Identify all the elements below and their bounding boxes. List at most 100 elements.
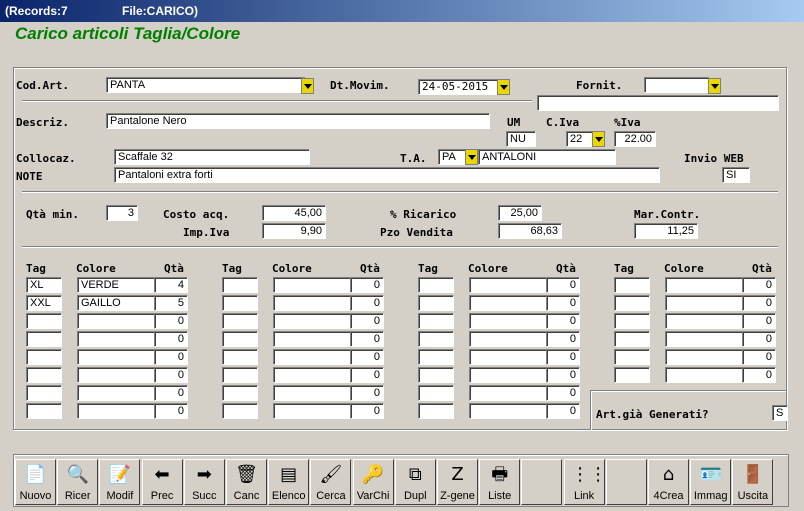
- grid-tag-field[interactable]: [418, 313, 454, 329]
- nuovo-button[interactable]: 📄 Nuovo: [15, 459, 56, 505]
- grid-tag-field[interactable]: [418, 367, 454, 383]
- z-gene-button[interactable]: Z Z-gene: [437, 459, 478, 505]
- ta-code-field[interactable]: PA: [438, 149, 466, 165]
- um-field[interactable]: NU: [506, 131, 536, 147]
- 4crea-button[interactable]: ⌂ 4Crea: [648, 459, 689, 505]
- grid-qta-field[interactable]: 0: [546, 385, 580, 401]
- grid-tag-field[interactable]: [418, 277, 454, 293]
- immag-button[interactable]: 🪪 Immag: [690, 459, 732, 505]
- liste-button[interactable]: 🖶 Liste: [479, 459, 521, 505]
- grid-tag-field[interactable]: [418, 331, 454, 347]
- grid-qta-field[interactable]: 0: [546, 313, 580, 329]
- cod-art-dropdown-icon[interactable]: [301, 78, 314, 94]
- prec-button[interactable]: ⬅ Prec: [141, 459, 183, 505]
- grid-qta-field[interactable]: 0: [742, 277, 776, 293]
- grid-tag-field[interactable]: [418, 385, 454, 401]
- grid-qta-field[interactable]: 0: [154, 385, 188, 401]
- grid-qta-field[interactable]: 0: [546, 277, 580, 293]
- grid-qta-field[interactable]: 0: [546, 295, 580, 311]
- grid-tag-field[interactable]: [222, 277, 258, 293]
- grid-tag-field[interactable]: [222, 295, 258, 311]
- grid-qta-field[interactable]: 0: [742, 349, 776, 365]
- modif-button[interactable]: 📝 Modif: [99, 459, 141, 505]
- grid-tag-field[interactable]: [614, 295, 650, 311]
- grid-tag-field[interactable]: [222, 385, 258, 401]
- grid-qta-field[interactable]: 0: [350, 331, 384, 347]
- grid-tag-field[interactable]: [222, 331, 258, 347]
- grid-tag-field[interactable]: [222, 313, 258, 329]
- dt-movim-dropdown-icon[interactable]: [497, 79, 510, 95]
- grid-qta-field[interactable]: 0: [350, 367, 384, 383]
- uscita-button[interactable]: 🚪 Uscita: [732, 459, 774, 505]
- grid-qta-field[interactable]: 0: [546, 367, 580, 383]
- grid-tag-field[interactable]: [26, 313, 62, 329]
- grid-qta-field[interactable]: 0: [154, 313, 188, 329]
- grid-tag-field[interactable]: XL: [26, 277, 62, 293]
- blank-button-1[interactable]: [521, 459, 563, 505]
- canc-button[interactable]: 🗑 Canc: [226, 459, 267, 505]
- fornit-field[interactable]: [644, 77, 710, 93]
- ta-dropdown-icon[interactable]: [465, 149, 478, 165]
- ta-description-field[interactable]: ANTALONI: [478, 149, 616, 165]
- grid-tag-field[interactable]: [614, 349, 650, 365]
- ricarico-field[interactable]: 25,00: [498, 205, 542, 221]
- grid-qta-field[interactable]: 0: [350, 403, 384, 419]
- grid-tag-field[interactable]: XXL: [26, 295, 62, 311]
- dt-movim-field[interactable]: 24-05-2015: [418, 79, 498, 95]
- grid-tag-field[interactable]: [26, 331, 62, 347]
- perc-iva-field[interactable]: 22.00: [614, 131, 656, 147]
- link-button[interactable]: ⋮⋮ Link: [563, 459, 607, 505]
- grid-qta-field[interactable]: 0: [350, 385, 384, 401]
- grid-tag-field[interactable]: [614, 277, 650, 293]
- dupl-button[interactable]: ⧉ Dupl: [394, 459, 436, 505]
- grid-tag-field[interactable]: [614, 313, 650, 329]
- grid-tag-field[interactable]: [222, 403, 258, 419]
- grid-qta-field[interactable]: 0: [154, 331, 188, 347]
- grid-qta-field[interactable]: 0: [154, 403, 188, 419]
- grid-qta-field[interactable]: 0: [350, 295, 384, 311]
- grid-tag-field[interactable]: [614, 367, 650, 383]
- c-iva-dropdown-icon[interactable]: [592, 131, 605, 147]
- grid-qta-field[interactable]: 0: [154, 349, 188, 365]
- grid-tag-field[interactable]: [418, 295, 454, 311]
- grid-qta-field[interactable]: 5: [154, 295, 188, 311]
- grid-qta-field[interactable]: 0: [154, 367, 188, 383]
- grid-qta-field[interactable]: 0: [742, 367, 776, 383]
- descriz-field[interactable]: Pantalone Nero: [106, 113, 490, 129]
- grid-qta-field[interactable]: 0: [742, 295, 776, 311]
- grid-qta-field[interactable]: 0: [546, 349, 580, 365]
- note-field[interactable]: Pantaloni extra forti: [114, 167, 660, 183]
- grid-qta-field[interactable]: 0: [350, 277, 384, 293]
- varchi-button[interactable]: 🔑 VarChi: [352, 459, 394, 505]
- collocaz-field[interactable]: Scaffale 32: [114, 149, 310, 165]
- grid-qta-field[interactable]: 4: [154, 277, 188, 293]
- qta-min-field[interactable]: 3: [106, 205, 138, 221]
- grid-qta-field[interactable]: 0: [742, 313, 776, 329]
- grid-qta-field[interactable]: 0: [546, 403, 580, 419]
- blank-button-2[interactable]: [605, 459, 647, 505]
- succ-button[interactable]: ➡ Succ: [183, 459, 225, 505]
- c-iva-field[interactable]: 22: [566, 131, 594, 147]
- grid-tag-field[interactable]: [26, 403, 62, 419]
- invio-web-field[interactable]: SI: [722, 167, 750, 183]
- grid-tag-field[interactable]: [418, 403, 454, 419]
- grid-tag-field[interactable]: [26, 367, 62, 383]
- cod-art-field[interactable]: PANTA: [106, 77, 306, 93]
- grid-tag-field[interactable]: [418, 349, 454, 365]
- imp-iva-field[interactable]: 9,90: [262, 223, 326, 239]
- mar-contr-field[interactable]: 11,25: [634, 223, 698, 239]
- grid-qta-field[interactable]: 0: [350, 349, 384, 365]
- fornit-description-field[interactable]: [537, 95, 779, 111]
- cerca-button[interactable]: 🖌 Cerca: [310, 459, 352, 505]
- grid-tag-field[interactable]: [26, 385, 62, 401]
- fornit-dropdown-icon[interactable]: [708, 78, 721, 94]
- ricer-button[interactable]: 🔍 Ricer: [57, 459, 99, 505]
- grid-qta-field[interactable]: 0: [546, 331, 580, 347]
- grid-tag-field[interactable]: [614, 331, 650, 347]
- grid-tag-field[interactable]: [222, 367, 258, 383]
- grid-tag-field[interactable]: [222, 349, 258, 365]
- pzo-vendita-field[interactable]: 68,63: [498, 223, 562, 239]
- grid-qta-field[interactable]: 0: [350, 313, 384, 329]
- grid-qta-field[interactable]: 0: [742, 331, 776, 347]
- elenco-button[interactable]: ▤ Elenco: [268, 459, 310, 505]
